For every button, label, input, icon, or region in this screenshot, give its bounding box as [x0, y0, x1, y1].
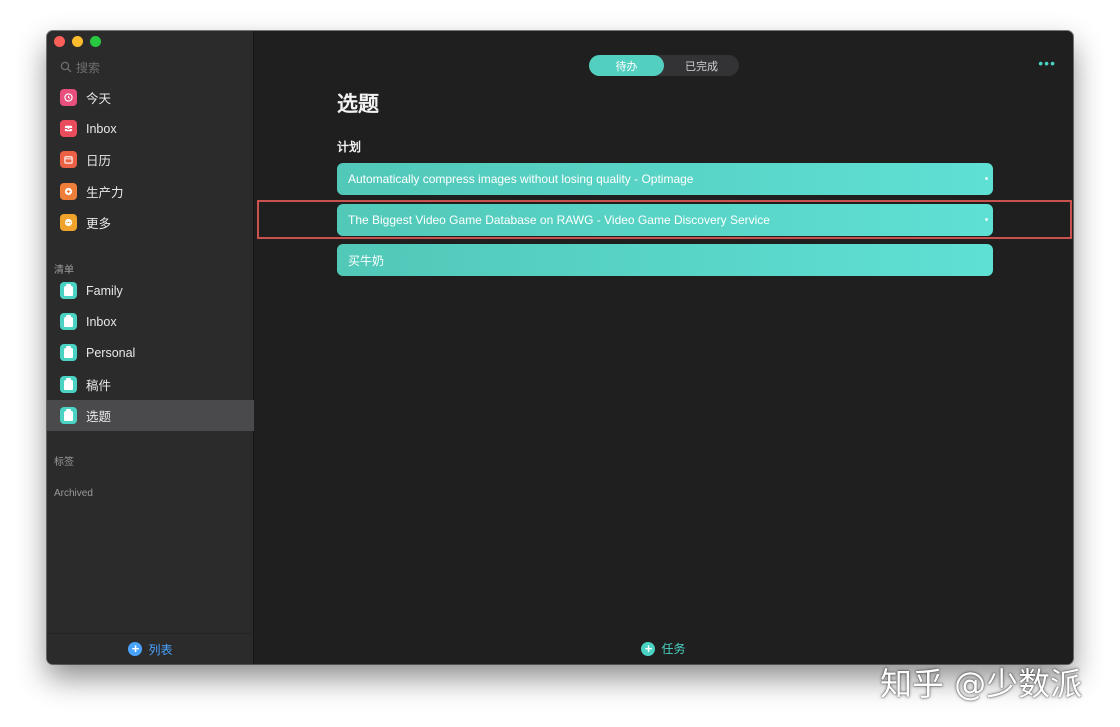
search-field[interactable]: 搜索 [60, 58, 100, 76]
sidebar-item-label: 选题 [86, 410, 112, 424]
today-icon [60, 89, 77, 106]
watermark: 知乎 @少数派 [880, 665, 1083, 703]
sidebar-item-label: Personal [86, 345, 136, 360]
sidebar-item-drafts[interactable]: 稿件 [47, 369, 254, 400]
plus-icon: + [641, 641, 656, 656]
minimize-window-button[interactable] [72, 36, 83, 47]
zoom-window-button[interactable] [90, 36, 101, 47]
archived-section-label[interactable]: Archived [54, 488, 93, 499]
add-list-label: 列表 [148, 642, 173, 657]
tab-todo[interactable]: 待办 [589, 55, 664, 76]
productivity-icon [60, 183, 77, 200]
task-item[interactable]: Automatically compress images without lo… [337, 163, 993, 195]
sidebar-item-label: Family [86, 283, 123, 298]
add-task-label: 任务 [661, 642, 686, 656]
list-icon [60, 344, 77, 361]
page-title: 选题 [337, 93, 379, 116]
more-options-icon[interactable]: ••• [1038, 56, 1056, 70]
task-indicator-icon [985, 177, 988, 180]
window-controls [54, 36, 101, 47]
add-list-button[interactable]: + 列表 [47, 633, 254, 664]
task-text: 买牛奶 [348, 253, 385, 268]
list-icon [60, 376, 77, 393]
sidebar: 搜索 今天 Inbox 日历 生产力 更多 清单 Family Inbox Pe… [47, 31, 254, 664]
sidebar-item-label: 日历 [86, 154, 112, 168]
highlight-annotation [257, 200, 1072, 239]
task-item[interactable]: 买牛奶 [337, 244, 993, 276]
inbox-icon [60, 120, 77, 137]
lists-section-label: 清单 [54, 265, 74, 276]
close-window-button[interactable] [54, 36, 65, 47]
sidebar-item-calendar[interactable]: 日历 [47, 144, 254, 175]
task-text: Automatically compress images without lo… [348, 172, 694, 186]
list-icon [60, 407, 77, 424]
sidebar-item-more[interactable]: 更多 [47, 207, 254, 238]
search-placeholder: 搜索 [76, 60, 101, 75]
sidebar-item-inbox[interactable]: Inbox [47, 113, 254, 144]
list-icon [60, 282, 77, 299]
more-icon [60, 214, 77, 231]
calendar-icon [60, 151, 77, 168]
app-window: 搜索 今天 Inbox 日历 生产力 更多 清单 Family Inbox Pe… [47, 31, 1073, 664]
sidebar-item-topics[interactable]: 选题 [47, 400, 254, 431]
sidebar-item-label: Inbox [86, 314, 117, 329]
main-content: 待办 已完成 ••• 选题 计划 Automatically compress … [254, 31, 1073, 664]
search-icon [60, 61, 72, 73]
sidebar-item-label: 更多 [86, 217, 112, 231]
sidebar-item-personal[interactable]: Personal [47, 337, 254, 368]
sidebar-item-today[interactable]: 今天 [47, 82, 254, 113]
plus-icon: + [128, 642, 143, 656]
group-title: 计划 [337, 140, 362, 154]
sidebar-item-label: 生产力 [86, 186, 124, 200]
tab-completed[interactable]: 已完成 [664, 55, 739, 76]
sidebar-item-inbox-list[interactable]: Inbox [47, 306, 254, 337]
sidebar-item-productivity[interactable]: 生产力 [47, 176, 254, 207]
sidebar-item-family[interactable]: Family [47, 275, 254, 306]
list-icon [60, 313, 77, 330]
tags-section-label[interactable]: 标签 [54, 453, 74, 468]
sidebar-item-label: 稿件 [86, 379, 112, 393]
status-segmented-control: 待办 已完成 [589, 55, 739, 76]
sidebar-item-label: Inbox [86, 121, 117, 136]
sidebar-item-label: 今天 [86, 92, 112, 106]
